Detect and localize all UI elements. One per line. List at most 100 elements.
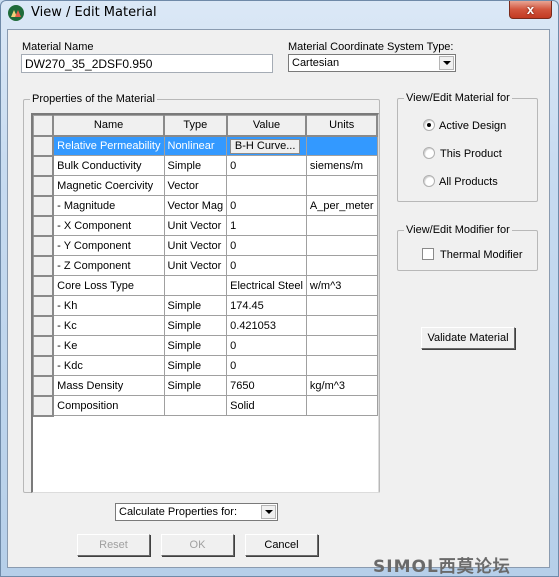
radio-all-products[interactable] — [423, 175, 435, 187]
table-row[interactable]: - X Component Unit Vector 1 — [33, 215, 378, 237]
cell-value[interactable]: Electrical Steel — [226, 275, 307, 296]
cell-name[interactable]: Magnetic Coercivity — [52, 175, 165, 196]
table-row[interactable]: Core Loss Type Electrical Steel w/m^3 — [33, 275, 378, 297]
cell-type[interactable]: Vector Mag — [163, 195, 228, 216]
cell-value[interactable]: B-H Curve... — [226, 135, 307, 156]
cell-name[interactable]: - Kdc — [52, 355, 165, 376]
cell-units[interactable]: A_per_meter — [305, 195, 378, 216]
cell-type[interactable]: Simple — [163, 315, 228, 336]
close-button[interactable]: x — [509, 1, 552, 19]
cell-units[interactable]: kg/m^3 — [305, 375, 378, 396]
table-row[interactable]: - Ke Simple 0 — [33, 335, 378, 357]
cell-value[interactable]: 0 — [226, 235, 307, 256]
dropdown-button[interactable] — [439, 56, 454, 70]
row-header[interactable] — [33, 355, 55, 377]
cell-value[interactable] — [226, 175, 307, 196]
cell-type[interactable]: Simple — [163, 335, 228, 356]
cell-units[interactable] — [305, 235, 378, 256]
radio-all-products-label[interactable]: All Products — [439, 176, 498, 188]
validate-material-button[interactable]: Validate Material — [421, 327, 515, 349]
column-header-value[interactable]: Value — [226, 115, 308, 137]
cell-value[interactable]: 1 — [226, 215, 307, 236]
table-row[interactable]: - Kc Simple 0.421053 — [33, 315, 378, 337]
cell-units[interactable] — [305, 215, 378, 236]
cell-name[interactable]: - Y Component — [52, 235, 165, 256]
cell-units[interactable] — [305, 135, 378, 156]
cell-value[interactable]: 0 — [226, 155, 307, 176]
cell-name[interactable]: Core Loss Type — [52, 275, 165, 296]
cell-units[interactable] — [305, 295, 378, 316]
cell-units[interactable]: w/m^3 — [305, 275, 378, 296]
cell-type[interactable]: Simple — [163, 155, 228, 176]
cell-name[interactable]: - Z Component — [52, 255, 165, 276]
cell-name[interactable]: Bulk Conductivity — [52, 155, 165, 176]
table-row[interactable]: Composition Solid — [33, 395, 378, 417]
table-row[interactable]: - Magnitude Vector Mag 0 A_per_meter — [33, 195, 378, 217]
thermal-modifier-checkbox[interactable] — [422, 248, 434, 260]
radio-this-product-label[interactable]: This Product — [440, 148, 502, 160]
row-header[interactable] — [33, 155, 55, 177]
cell-type[interactable]: Simple — [163, 295, 228, 316]
radio-this-product[interactable] — [423, 147, 435, 159]
row-header[interactable] — [33, 175, 55, 197]
table-row[interactable]: Relative Permeability Nonlinear B-H Curve.… — [33, 135, 378, 157]
cell-type[interactable]: Unit Vector — [163, 215, 228, 236]
cell-units[interactable] — [305, 395, 378, 416]
cell-type[interactable] — [163, 395, 228, 416]
cell-name[interactable]: - Ke — [52, 335, 165, 356]
cell-units[interactable] — [305, 355, 378, 376]
row-header[interactable] — [33, 275, 55, 297]
cell-name[interactable]: Composition — [52, 395, 165, 416]
cell-name[interactable]: Relative Permeability — [52, 135, 165, 156]
cell-name[interactable]: - Kh — [52, 295, 165, 316]
column-header-name[interactable]: Name — [52, 115, 165, 137]
cell-value[interactable]: 0 — [226, 195, 307, 216]
row-header[interactable] — [33, 335, 55, 357]
reset-button[interactable]: Reset — [77, 534, 150, 556]
row-header[interactable] — [33, 255, 55, 277]
row-header[interactable] — [33, 375, 55, 397]
coordinate-system-select[interactable]: Cartesian — [288, 54, 456, 72]
radio-active-design[interactable] — [423, 119, 435, 131]
table-row[interactable]: Magnetic Coercivity Vector — [33, 175, 378, 197]
cell-units[interactable]: siemens/m — [305, 155, 378, 176]
cell-units[interactable] — [305, 175, 378, 196]
row-header[interactable] — [33, 135, 55, 157]
cell-type[interactable]: Simple — [163, 375, 228, 396]
dropdown-button[interactable] — [261, 505, 276, 519]
thermal-modifier-label[interactable]: Thermal Modifier — [440, 249, 523, 261]
cell-name[interactable]: - X Component — [52, 215, 165, 236]
table-row[interactable]: Bulk Conductivity Simple 0 siemens/m — [33, 155, 378, 177]
cell-value[interactable]: 7650 — [226, 375, 307, 396]
radio-active-design-label[interactable]: Active Design — [439, 120, 506, 132]
row-header[interactable] — [33, 235, 55, 257]
cell-name[interactable]: - Kc — [52, 315, 165, 336]
cell-type[interactable]: Vector — [163, 175, 228, 196]
table-row[interactable]: - Y Component Unit Vector 0 — [33, 235, 378, 257]
row-header[interactable] — [33, 195, 55, 217]
cell-value[interactable]: 0 — [226, 255, 307, 276]
cell-type[interactable]: Unit Vector — [163, 235, 228, 256]
ok-button[interactable]: OK — [161, 534, 234, 556]
table-row[interactable]: - Kh Simple 174.45 — [33, 295, 378, 317]
cell-type[interactable]: Simple — [163, 355, 228, 376]
cell-units[interactable] — [305, 335, 378, 356]
cell-units[interactable] — [305, 315, 378, 336]
cell-type[interactable] — [163, 275, 228, 296]
row-header[interactable] — [33, 215, 55, 237]
cell-value[interactable]: Solid — [226, 395, 307, 416]
row-header[interactable] — [33, 315, 55, 337]
cancel-button[interactable]: Cancel — [245, 534, 318, 556]
cell-value[interactable]: 174.45 — [226, 295, 307, 316]
row-header[interactable] — [33, 295, 55, 317]
cell-name[interactable]: - Magnitude — [52, 195, 165, 216]
cell-type[interactable]: Unit Vector — [163, 255, 228, 276]
cell-units[interactable] — [305, 255, 378, 276]
calculate-properties-select[interactable]: Calculate Properties for: — [115, 503, 278, 521]
table-row[interactable]: Mass Density Simple 7650 kg/m^3 — [33, 375, 378, 397]
bh-curve-button[interactable]: B-H Curve... — [230, 138, 301, 154]
table-row[interactable]: - Z Component Unit Vector 0 — [33, 255, 378, 277]
material-name-input[interactable]: DW270_35_2DSF0.950 — [21, 54, 273, 73]
cell-value[interactable]: 0 — [226, 355, 307, 376]
table-row[interactable]: - Kdc Simple 0 — [33, 355, 378, 377]
